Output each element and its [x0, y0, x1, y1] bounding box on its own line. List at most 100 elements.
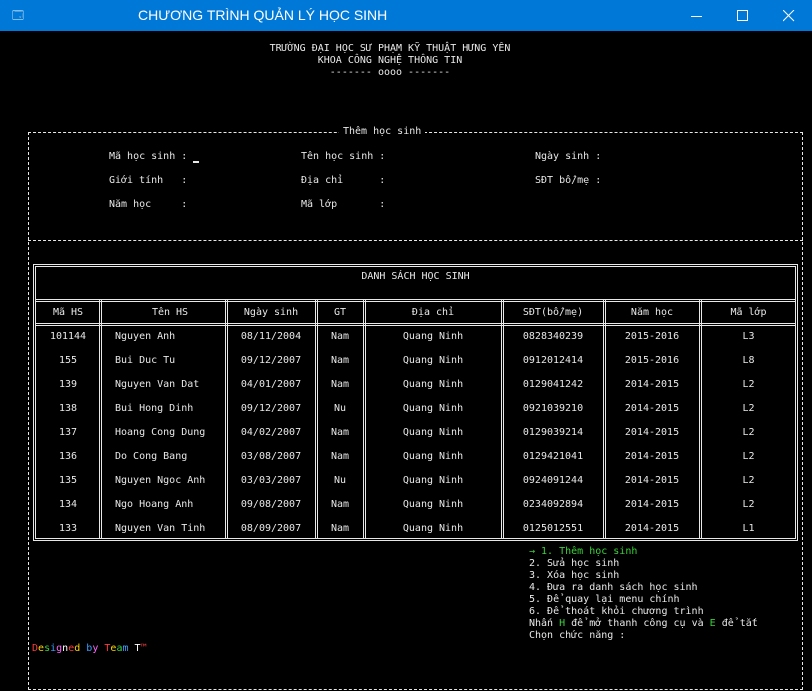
cell-nam-hoc: 2014-2015 [624, 451, 680, 462]
hint-prefix: Nhấn [529, 618, 560, 629]
col-divider [99, 300, 102, 539]
signature-char: ™ [140, 643, 147, 654]
sdt-label: SĐT bố/mẹ : [535, 175, 602, 186]
cell-ngay-sinh: 08/09/2007 [240, 523, 302, 534]
cell-ma-lop: L1 [742, 523, 755, 534]
cell-gt: Nu [333, 403, 347, 414]
cell-ngay-sinh: 08/11/2004 [240, 331, 302, 342]
cell-gt: Nu [333, 475, 347, 486]
cell-ma-lop: L2 [742, 499, 755, 510]
cell-ten-hs: Bui Duc Tu [115, 355, 176, 366]
cell-ten-hs: Do Cong Bang [115, 451, 188, 462]
cell-dia-chi: Quang Ninh [402, 331, 464, 342]
console-area[interactable]: TRƯỜNG ĐẠI HỌC SƯ PHẠM KỸ THUẬT HƯNG YÊN… [0, 31, 812, 691]
cell-ten-hs: Ngo Hoang Anh [115, 499, 194, 510]
cell-ngay-sinh: 09/12/2007 [240, 403, 302, 414]
cell-nam-hoc: 2014-2015 [624, 379, 680, 390]
nam-hoc-label: Năm học : [109, 199, 188, 210]
cell-sdt: 0912012414 [522, 355, 584, 366]
cell-nam-hoc: 2015-2016 [624, 331, 680, 342]
cell-ma-hs: 133 [58, 523, 78, 534]
cell-dia-chi: Quang Ninh [402, 499, 464, 510]
cell-sdt: 0921039210 [522, 403, 584, 414]
cell-gt: Nam [330, 523, 350, 534]
cell-ma-lop: L2 [742, 427, 755, 438]
menu-item-edit[interactable]: 2. Sửa học sinh [529, 558, 619, 570]
maximize-button[interactable] [720, 0, 766, 31]
minimize-icon [691, 16, 702, 17]
cell-ma-lop: L2 [742, 475, 755, 486]
header-nam-hoc: Năm học [630, 307, 674, 318]
table-title-divider [35, 299, 796, 302]
cell-ngay-sinh: 04/01/2007 [240, 379, 302, 390]
cell-ma-lop: L3 [742, 331, 755, 342]
ngay-sinh-label: Ngày sinh : [535, 151, 602, 162]
cell-ten-hs: Nguyen Anh [115, 331, 176, 342]
menu-item-delete[interactable]: 3. Xóa học sinh [529, 570, 619, 582]
school-name: TRƯỜNG ĐẠI HỌC SƯ PHẠM KỸ THUẬT HƯNG YÊN [269, 43, 511, 54]
cell-ten-hs: Nguyen Van Dat [115, 379, 200, 390]
cell-nam-hoc: 2014-2015 [624, 523, 680, 534]
header-gt: GT [333, 307, 347, 318]
menu-item-add[interactable]: → 1. Thêm học sinh [529, 546, 637, 558]
terminal-icon: 🗔 [12, 9, 24, 22]
ma-hs-label: Mã học sinh : [109, 151, 188, 162]
minimize-button[interactable] [674, 0, 720, 31]
header-divider: ------- oooo ------- [329, 67, 451, 78]
cell-ngay-sinh: 09/12/2007 [240, 355, 302, 366]
cell-ten-hs: Bui Hong Dinh [115, 403, 194, 414]
hint-mid: để mở thanh công cụ và [565, 618, 710, 629]
menu-item-exit[interactable]: 6. Để thoát khỏi chương trình [529, 606, 704, 618]
cell-sdt: 0125012551 [522, 523, 584, 534]
cell-ma-lop: L2 [742, 451, 755, 462]
cell-ten-hs: Hoang Cong Dung [115, 427, 206, 438]
cell-sdt: 0129421041 [522, 451, 584, 462]
cell-ngay-sinh: 09/08/2007 [240, 499, 302, 510]
menu-item-back[interactable]: 5. Để quay lại menu chính [529, 594, 680, 606]
header-ten-hs: Tên HS [151, 307, 189, 318]
cell-ngay-sinh: 03/08/2007 [240, 451, 302, 462]
cell-dia-chi: Quang Ninh [402, 475, 464, 486]
header-dia-chi: Địa chỉ [411, 307, 455, 318]
table-title: DANH SÁCH HỌC SINH [361, 271, 470, 282]
cell-ma-hs: 134 [58, 499, 78, 510]
menu-prompt[interactable]: Chọn chức năng : [529, 630, 625, 642]
cell-dia-chi: Quang Ninh [402, 451, 464, 462]
cell-ten-hs: Nguyen Ngoc Anh [115, 475, 206, 486]
close-button[interactable] [766, 0, 812, 31]
text-cursor [193, 161, 199, 163]
cell-nam-hoc: 2014-2015 [624, 427, 680, 438]
form-legend: Thêm học sinh [339, 126, 426, 138]
designer-signature: Designed by Team T™ [32, 643, 147, 655]
menu-item-list[interactable]: 4. Đưa ra danh sách học sinh [529, 582, 698, 594]
cell-dia-chi: Quang Ninh [402, 523, 464, 534]
cell-sdt: 0129041242 [522, 379, 584, 390]
cell-gt: Nam [330, 499, 350, 510]
cell-ma-lop: L2 [742, 379, 755, 390]
cell-ma-hs: 139 [58, 379, 78, 390]
maximize-icon [737, 10, 748, 21]
cell-ma-hs: 155 [58, 355, 78, 366]
cell-dia-chi: Quang Ninh [402, 403, 464, 414]
close-icon [783, 10, 795, 22]
header-ma-hs: Mã HS [52, 307, 84, 318]
cell-ma-hs: 138 [58, 403, 78, 414]
faculty-name: KHOA CÔNG NGHỆ THÔNG TIN [317, 55, 463, 66]
table-header-divider [35, 323, 796, 326]
cell-sdt: 0234092894 [522, 499, 584, 510]
cell-nam-hoc: 2014-2015 [624, 475, 680, 486]
hint-suffix: để tắt [715, 618, 758, 629]
ten-hs-label: Tên học sinh : [301, 151, 386, 162]
cell-sdt: 0924091244 [522, 475, 584, 486]
cell-ma-hs: 101144 [49, 331, 87, 342]
gioi-tinh-label: Giới tính : [109, 175, 188, 186]
header-sdt: SĐT(bố/mẹ) [522, 307, 584, 318]
cell-ten-hs: Nguyen Van Tinh [115, 523, 206, 534]
cell-dia-chi: Quang Ninh [402, 379, 464, 390]
header-ngay-sinh: Ngày sinh [243, 307, 299, 318]
cell-gt: Nam [330, 427, 350, 438]
cell-dia-chi: Quang Ninh [402, 427, 464, 438]
cell-sdt: 0828340239 [522, 331, 584, 342]
form-divider [28, 240, 803, 241]
cell-nam-hoc: 2015-2016 [624, 355, 680, 366]
